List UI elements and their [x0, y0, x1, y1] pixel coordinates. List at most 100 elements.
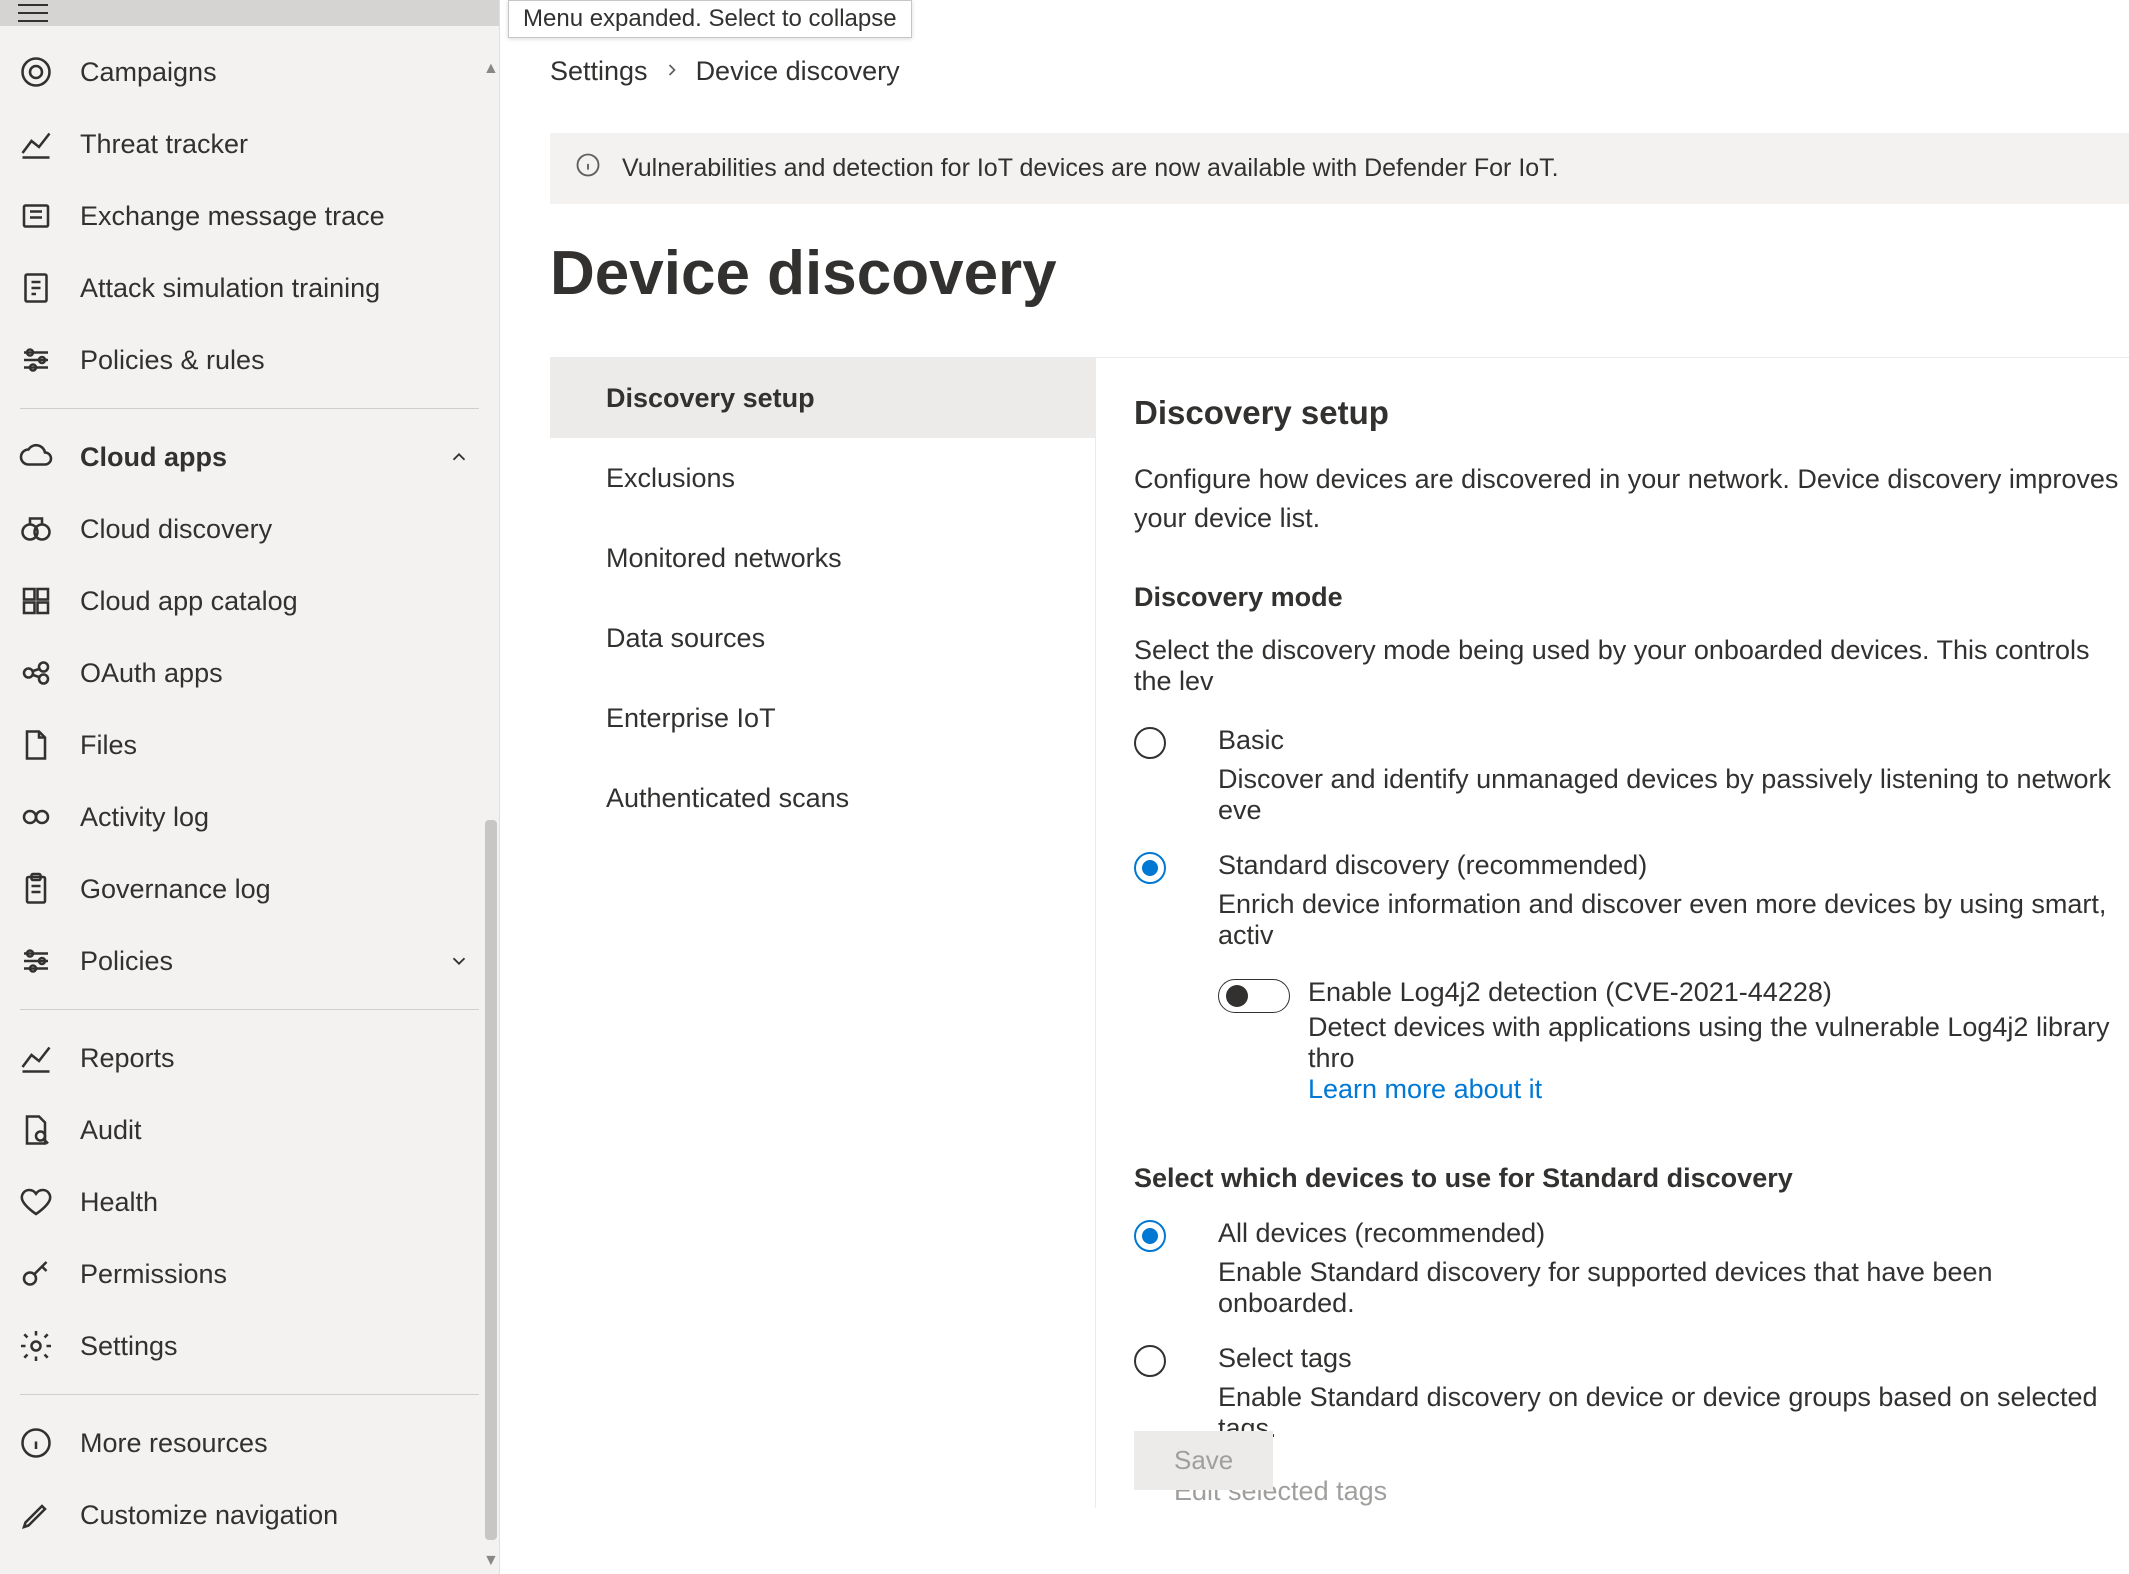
sidebar-item-oauth-apps[interactable]: OAuth apps — [0, 637, 499, 709]
divider — [20, 408, 479, 409]
sidebar-item-label: Activity log — [80, 802, 499, 833]
sidebar-item-cloud-apps[interactable]: Cloud apps — [0, 421, 499, 493]
reports-icon — [18, 1040, 80, 1076]
info-icon — [18, 1425, 80, 1461]
sidebar-item-label: Threat tracker — [80, 129, 499, 160]
pane-title: Discovery setup — [1134, 394, 2129, 432]
menu-tooltip: Menu expanded. Select to collapse — [508, 0, 912, 38]
radio-all-devices[interactable] — [1134, 1220, 1166, 1252]
sidebar-item-label: Policies — [80, 946, 439, 977]
gear-icon — [18, 1328, 80, 1364]
sidebar-item-threat-tracker[interactable]: Threat tracker — [0, 108, 499, 180]
target-icon — [18, 54, 80, 90]
sidebar-item-cloud-catalog[interactable]: Cloud app catalog — [0, 565, 499, 637]
sidebar-item-label: Reports — [80, 1043, 499, 1074]
sidebar-item-health[interactable]: Health — [0, 1166, 499, 1238]
sidebar-item-label: Campaigns — [80, 57, 499, 88]
chevron-up-icon — [439, 446, 479, 468]
sidebar-item-label: Governance log — [80, 874, 499, 905]
sidebar-item-label: Cloud app catalog — [80, 586, 499, 617]
sidebar-item-governance-log[interactable]: Governance log — [0, 853, 499, 925]
sidebar-item-settings[interactable]: Settings — [0, 1310, 499, 1382]
heart-icon — [18, 1184, 80, 1220]
sidebar-item-label: More resources — [80, 1428, 499, 1459]
main-content: Settings Device discovery Vulnerabilitie… — [500, 0, 2129, 1574]
divider — [20, 1009, 479, 1010]
radio-all-devices-label: All devices (recommended) — [1218, 1218, 2129, 1249]
tab-enterprise-iot[interactable]: Enterprise IoT — [550, 678, 1095, 758]
divider — [20, 1394, 479, 1395]
hamburger-menu-button[interactable] — [18, 0, 54, 26]
sidebar-item-label: Exchange message trace — [80, 201, 499, 232]
toggle-log4j-label: Enable Log4j2 detection (CVE-2021-44228) — [1308, 977, 2129, 1008]
learn-more-link[interactable]: Learn more about it — [1308, 1074, 1542, 1104]
tab-data-sources[interactable]: Data sources — [550, 598, 1095, 678]
save-button[interactable]: Save — [1134, 1431, 1273, 1490]
sidebar-item-cloud-discovery[interactable]: Cloud discovery — [0, 493, 499, 565]
radio-standard-label: Standard discovery (recommended) — [1218, 850, 2129, 881]
radio-all-devices-description: Enable Standard discovery for supported … — [1218, 1257, 2129, 1319]
sliders-icon — [18, 342, 80, 378]
tab-authenticated-scans[interactable]: Authenticated scans — [550, 758, 1095, 838]
sidebar-scrollbar[interactable] — [485, 820, 497, 1540]
scroll-up-arrow[interactable]: ▲ — [483, 60, 497, 74]
sidebar-item-audit[interactable]: Audit — [0, 1094, 499, 1166]
tab-pane: Discovery setup Configure how devices ar… — [1096, 358, 2129, 1508]
binoculars-icon — [18, 511, 80, 547]
scroll-down-arrow[interactable]: ▼ — [483, 1552, 497, 1566]
discovery-mode-description: Select the discovery mode being used by … — [1134, 635, 2129, 697]
sidebar-item-exchange-trace[interactable]: Exchange message trace — [0, 180, 499, 252]
sidebar-item-campaigns[interactable]: Campaigns — [0, 36, 499, 108]
sidebar-item-label: Attack simulation training — [80, 273, 499, 304]
radio-standard-description: Enrich device information and discover e… — [1218, 889, 2129, 951]
chevron-right-icon — [662, 56, 682, 87]
cloud-icon — [18, 439, 80, 475]
sidebar-item-attack-sim[interactable]: Attack simulation training — [0, 252, 499, 324]
sidebar-item-policies[interactable]: Policies — [0, 925, 499, 997]
info-banner-text: Vulnerabilities and detection for IoT de… — [622, 154, 1559, 183]
radio-select-tags-label: Select tags — [1218, 1343, 2129, 1374]
oauth-icon — [18, 655, 80, 691]
edit-tags-link: Edit selected tags — [1174, 1476, 2129, 1507]
clipboard-icon — [18, 871, 80, 907]
files-icon — [18, 727, 80, 763]
radio-select-tags-description: Enable Standard discovery on device or d… — [1218, 1382, 2129, 1444]
sidebar-item-label: Policies & rules — [80, 345, 499, 376]
sidebar-item-label: Customize navigation — [80, 1500, 499, 1531]
radio-standard[interactable] — [1134, 852, 1166, 884]
device-selection-label: Select which devices to use for Standard… — [1134, 1163, 2129, 1194]
sidebar-item-label: Cloud apps — [80, 442, 439, 473]
tab-exclusions[interactable]: Exclusions — [550, 438, 1095, 518]
breadcrumb-root[interactable]: Settings — [550, 56, 648, 87]
sidebar-item-permissions[interactable]: Permissions — [0, 1238, 499, 1310]
catalog-icon — [18, 583, 80, 619]
tab-monitored-networks[interactable]: Monitored networks — [550, 518, 1095, 598]
settings-tablist: Discovery setup Exclusions Monitored net… — [550, 358, 1096, 1508]
radio-basic[interactable] — [1134, 727, 1166, 759]
info-banner: Vulnerabilities and detection for IoT de… — [550, 133, 2129, 204]
sidebar-item-activity-log[interactable]: Activity log — [0, 781, 499, 853]
radio-basic-description: Discover and identify unmanaged devices … — [1218, 764, 2129, 826]
sidebar-item-label: Permissions — [80, 1259, 499, 1290]
sidebar-item-files[interactable]: Files — [0, 709, 499, 781]
toggle-log4j[interactable] — [1218, 979, 1290, 1013]
tab-discovery-setup[interactable]: Discovery setup — [550, 358, 1095, 438]
sidebar-item-policies-rules[interactable]: Policies & rules — [0, 324, 499, 396]
radio-select-tags[interactable] — [1134, 1345, 1166, 1377]
chevron-down-icon — [439, 950, 479, 972]
sidebar-item-label: OAuth apps — [80, 658, 499, 689]
pencil-icon — [18, 1497, 80, 1533]
toggle-log4j-description: Detect devices with applications using t… — [1308, 1012, 2109, 1073]
trend-icon — [18, 126, 80, 162]
simulation-icon — [18, 270, 80, 306]
discovery-mode-label: Discovery mode — [1134, 582, 2129, 613]
sidebar-item-label: Settings — [80, 1331, 499, 1362]
breadcrumb: Settings Device discovery — [550, 56, 2129, 87]
sliders-icon — [18, 943, 80, 979]
sidebar-item-reports[interactable]: Reports — [0, 1022, 499, 1094]
sidebar-item-label: Files — [80, 730, 499, 761]
key-icon — [18, 1256, 80, 1292]
sidebar-item-customize-nav[interactable]: Customize navigation — [0, 1479, 499, 1551]
sidebar-item-more-resources[interactable]: More resources — [0, 1407, 499, 1479]
pane-description: Configure how devices are discovered in … — [1134, 460, 2129, 538]
